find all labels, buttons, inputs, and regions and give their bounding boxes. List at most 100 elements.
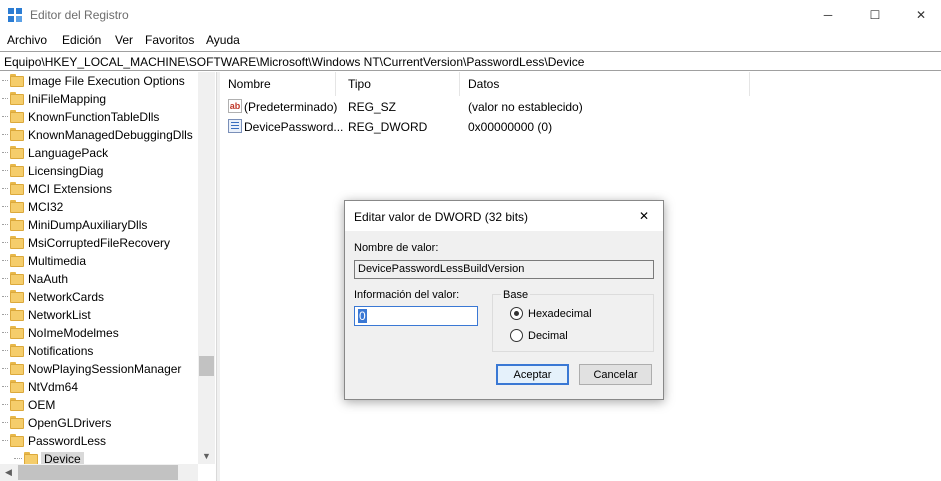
folder-icon bbox=[10, 434, 24, 447]
value-name-field: DevicePasswordLessBuildVersion bbox=[354, 260, 654, 279]
folder-icon bbox=[10, 74, 24, 87]
folder-icon bbox=[10, 398, 24, 411]
value-data-text: 0 bbox=[358, 309, 367, 323]
folder-icon bbox=[10, 416, 24, 429]
tree-item-label: MiniDumpAuxiliaryDlls bbox=[28, 218, 148, 232]
close-button[interactable]: ✕ bbox=[898, 0, 941, 29]
menu-ver[interactable]: Ver bbox=[115, 33, 133, 47]
folder-icon bbox=[10, 110, 24, 123]
value-data-input[interactable]: 0 bbox=[354, 306, 478, 326]
tree-item-label: IniFileMapping bbox=[28, 92, 107, 106]
column-datos[interactable]: Datos bbox=[460, 72, 750, 96]
folder-icon bbox=[10, 200, 24, 213]
tree-item[interactable]: KnownManagedDebuggingDlls bbox=[0, 126, 198, 144]
tree-item-label: Image File Execution Options bbox=[28, 74, 185, 88]
value-type: REG_DWORD bbox=[348, 120, 428, 134]
folder-icon bbox=[10, 236, 24, 249]
tree-item-label: LanguagePack bbox=[28, 146, 109, 160]
close-icon: ✕ bbox=[638, 209, 650, 223]
value-data-label: Información del valor: bbox=[354, 289, 460, 301]
maximize-icon: ☐ bbox=[869, 7, 881, 22]
ok-button[interactable]: Aceptar bbox=[496, 364, 569, 385]
hex-radio[interactable] bbox=[510, 307, 523, 320]
scroll-left-icon[interactable]: ◀ bbox=[0, 464, 17, 481]
list-header: Nombre Tipo Datos bbox=[220, 72, 941, 96]
tree-item-label: NowPlayingSessionManager bbox=[28, 362, 182, 376]
column-nombre[interactable]: Nombre bbox=[220, 72, 336, 96]
dec-radio-label[interactable]: Decimal bbox=[528, 330, 568, 342]
edit-dword-dialog: Editar valor de DWORD (32 bits) ✕ Nombre… bbox=[344, 200, 664, 400]
menu-edicion[interactable]: Edición bbox=[62, 33, 101, 47]
window-title: Editor del Registro bbox=[30, 8, 129, 22]
tree-item-label: NoImeModelmes bbox=[28, 326, 119, 340]
tree-item[interactable]: PasswordLess bbox=[0, 432, 198, 450]
folder-icon bbox=[10, 272, 24, 285]
tree-item-label: LicensingDiag bbox=[28, 164, 104, 178]
folder-icon bbox=[10, 380, 24, 393]
hex-radio-label[interactable]: Hexadecimal bbox=[528, 308, 592, 320]
value-data: 0x00000000 (0) bbox=[468, 120, 553, 134]
dialog-close-button[interactable]: ✕ bbox=[633, 207, 655, 225]
tree-item-label: MsiCorruptedFileRecovery bbox=[28, 236, 171, 250]
folder-icon bbox=[10, 164, 24, 177]
dialog-title: Editar valor de DWORD (32 bits) bbox=[354, 210, 529, 224]
tree-item[interactable]: MCI Extensions bbox=[0, 180, 198, 198]
address-path: Equipo\HKEY_LOCAL_MACHINE\SOFTWARE\Micro… bbox=[4, 55, 585, 69]
tree-item-label: KnownFunctionTableDlls bbox=[28, 110, 160, 124]
scroll-down-icon[interactable]: ▼ bbox=[198, 447, 215, 464]
tree-item[interactable]: MiniDumpAuxiliaryDlls bbox=[0, 216, 198, 234]
value-name: DevicePassword... bbox=[244, 120, 344, 134]
folder-icon bbox=[10, 290, 24, 303]
address-bar[interactable]: Equipo\HKEY_LOCAL_MACHINE\SOFTWARE\Micro… bbox=[0, 51, 941, 71]
minimize-button[interactable]: ─ bbox=[805, 0, 851, 29]
tree-item-label: OEM bbox=[28, 398, 56, 412]
tree-item[interactable]: NetworkCards bbox=[0, 288, 198, 306]
tree-item-label: NtVdm64 bbox=[28, 380, 79, 394]
tree-item-label: NetworkCards bbox=[28, 290, 105, 304]
minimize-icon: ─ bbox=[823, 7, 833, 22]
value-row[interactable]: DevicePassword... REG_DWORD 0x00000000 (… bbox=[220, 117, 941, 137]
folder-icon bbox=[10, 92, 24, 105]
tree-vertical-scrollbar[interactable]: ▼ bbox=[198, 72, 215, 464]
registry-editor-icon bbox=[8, 8, 22, 22]
tree-item[interactable]: OEM bbox=[0, 396, 198, 414]
dialog-title-bar: Editar valor de DWORD (32 bits) ✕ bbox=[345, 201, 663, 231]
tree-item[interactable]: Image File Execution Options bbox=[0, 72, 198, 90]
tree-item[interactable]: Multimedia bbox=[0, 252, 198, 270]
tree-item-label: MCI32 bbox=[28, 200, 64, 214]
value-name: (Predeterminado) bbox=[244, 100, 338, 114]
tree-item[interactable]: Notifications bbox=[0, 342, 198, 360]
tree-item[interactable]: MsiCorruptedFileRecovery bbox=[0, 234, 198, 252]
dec-radio[interactable] bbox=[510, 329, 523, 342]
tree-scroll-thumb[interactable] bbox=[199, 356, 214, 376]
maximize-button[interactable]: ☐ bbox=[852, 0, 898, 29]
tree-item[interactable]: NtVdm64 bbox=[0, 378, 198, 396]
tree-item[interactable]: LanguagePack bbox=[0, 144, 198, 162]
folder-icon bbox=[10, 344, 24, 357]
tree-item[interactable]: NetworkList bbox=[0, 306, 198, 324]
close-icon: ✕ bbox=[915, 7, 927, 22]
tree-item[interactable]: MCI32 bbox=[0, 198, 198, 216]
tree-item-label: Multimedia bbox=[28, 254, 87, 268]
folder-icon bbox=[10, 362, 24, 375]
tree-item[interactable]: NaAuth bbox=[0, 270, 198, 288]
tree-item[interactable]: OpenGLDrivers bbox=[0, 414, 198, 432]
tree-horizontal-scrollbar[interactable]: ◀ bbox=[0, 464, 198, 481]
cancel-button[interactable]: Cancelar bbox=[579, 364, 652, 385]
key-tree[interactable]: Image File Execution Options IniFileMappi… bbox=[0, 72, 216, 481]
menu-archivo[interactable]: Archivo bbox=[7, 33, 47, 47]
column-tipo[interactable]: Tipo bbox=[340, 72, 460, 96]
menu-ayuda[interactable]: Ayuda bbox=[206, 33, 240, 47]
tree-item[interactable]: IniFileMapping bbox=[0, 90, 198, 108]
folder-icon bbox=[10, 218, 24, 231]
tree-item[interactable]: NowPlayingSessionManager bbox=[0, 360, 198, 378]
tree-item[interactable]: KnownFunctionTableDlls bbox=[0, 108, 198, 126]
folder-icon bbox=[10, 146, 24, 159]
menu-favoritos[interactable]: Favoritos bbox=[145, 33, 194, 47]
tree-hscroll-thumb[interactable] bbox=[18, 465, 178, 480]
folder-icon bbox=[10, 254, 24, 267]
tree-item[interactable]: NoImeModelmes bbox=[0, 324, 198, 342]
tree-item[interactable]: LicensingDiag bbox=[0, 162, 198, 180]
value-data: (valor no establecido) bbox=[468, 100, 583, 114]
value-row[interactable]: ab (Predeterminado) REG_SZ (valor no est… bbox=[220, 97, 941, 117]
